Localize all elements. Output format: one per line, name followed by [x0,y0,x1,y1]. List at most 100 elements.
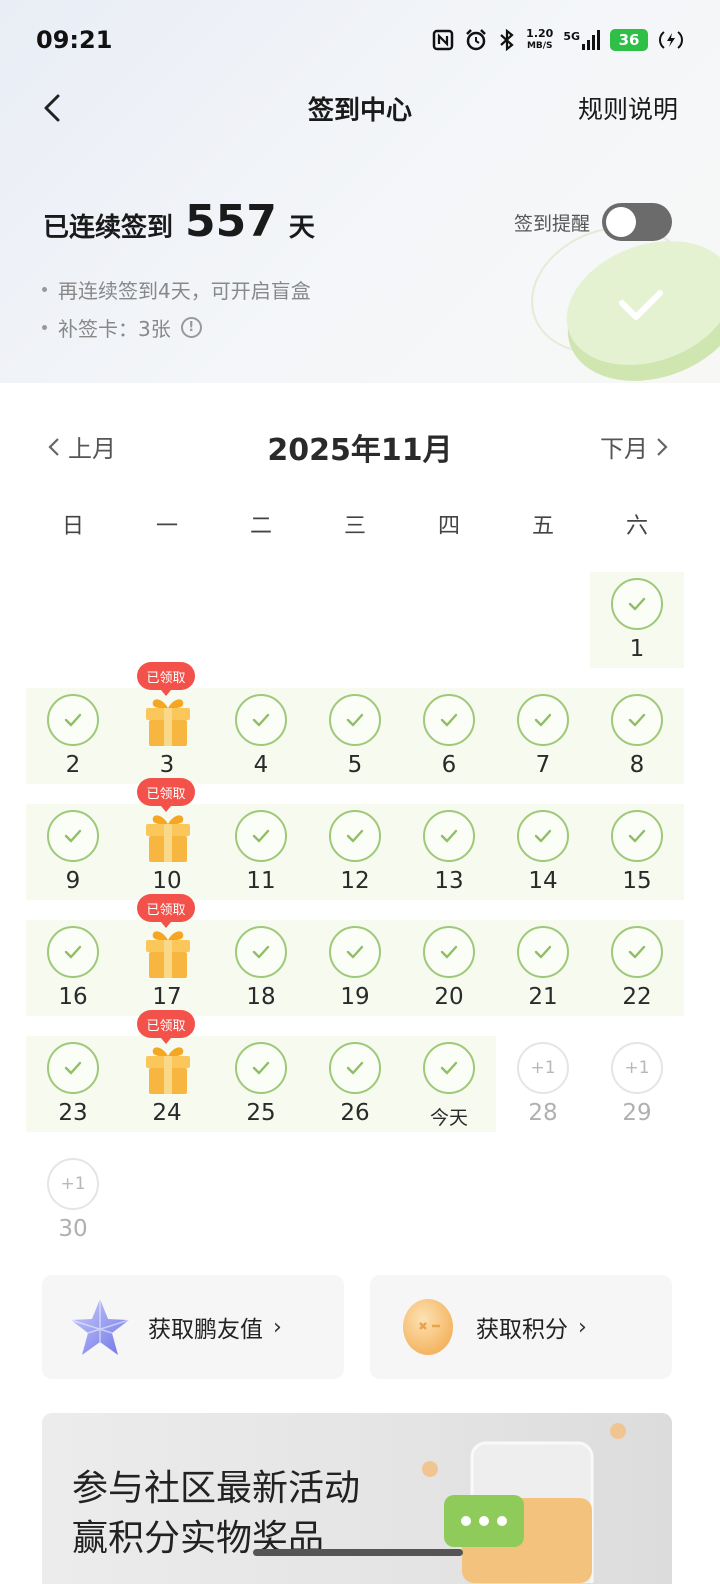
checkmark-icon [440,1061,458,1075]
weekday-label: 二 [249,514,272,539]
checkmark-icon [628,829,646,843]
calendar-day[interactable]: 2 [26,688,120,784]
calendar-day[interactable]: 26 [308,1036,402,1132]
reminder-toggle[interactable] [602,203,672,241]
reminder-label: 签到提醒 [513,212,590,235]
calendar-day[interactable]: 15 [590,804,684,900]
calendar-day[interactable]: 5 [308,688,402,784]
streak-suffix: 天 [288,213,315,243]
calendar-day[interactable]: 18 [214,920,308,1016]
reward-circle: +1 [517,1042,569,1094]
checked-circle [423,926,475,978]
network-speed: 1.20 MB/S [526,28,553,52]
calendar-day[interactable]: +1 29 [590,1036,684,1132]
calendar-day[interactable]: 20 [402,920,496,1016]
calendar-day[interactable]: 已领取 24 [120,1010,214,1132]
reward-circle: +1 [611,1042,663,1094]
checkmark-icon [252,829,270,843]
checkmark-icon [64,713,82,727]
claimed-badge: 已领取 [137,894,195,928]
calendar-day[interactable]: 4 [214,688,308,784]
calendar-day[interactable]: 14 [496,804,590,900]
status-time: 09:21 [36,26,113,54]
checkmark-icon [534,945,552,959]
checked-circle [329,1042,381,1094]
checkmark-icon [252,1061,270,1075]
calendar-day[interactable]: 今天 [402,1036,496,1132]
checked-circle [517,694,569,746]
points-label: 获取积分 [476,1317,568,1343]
gift-icon [146,931,190,978]
calendar-day[interactable]: +1 28 [496,1036,590,1132]
day-number: 15 [622,868,652,894]
tip-item: 补签卡：3张 ! [42,308,311,346]
calendar-day[interactable]: +1 30 [26,1152,120,1248]
calendar-day[interactable]: 21 [496,920,590,1016]
day-number: 今天 [429,1107,468,1129]
activity-banner[interactable]: 参与社区最新活动 赢积分实物奖品 [42,1413,672,1584]
checked-circle [423,810,475,862]
banner-title-line1: 参与社区最新活动 [72,1468,361,1509]
claimed-badge: 已领取 [137,1010,195,1044]
checkmark-icon [346,1061,364,1075]
calendar-day[interactable]: 6 [402,688,496,784]
calendar-day[interactable]: 已领取 17 [120,894,214,1016]
day-number: 7 [535,752,551,778]
navigation-bar: 签到中心 规则说明 [0,80,720,136]
calendar-day[interactable]: 12 [308,804,402,900]
next-month-label: 下月 [600,435,648,463]
checked-circle [47,1042,99,1094]
day-number: 24 [152,1100,182,1126]
checked-circle [611,578,663,630]
day-number: 14 [528,868,558,894]
gift-icon [146,699,190,746]
calendar-day[interactable]: 23 [26,1036,120,1132]
day-number: 17 [152,984,182,1010]
calendar-day[interactable]: 已领取 3 [120,662,214,784]
calendar-day[interactable]: 11 [214,804,308,900]
checkmark-icon [628,713,646,727]
checkmark-icon [64,1061,82,1075]
tip-makeup-card: 补签卡：3张 [58,316,171,341]
day-number: 29 [622,1100,652,1126]
checkmark-icon [440,945,458,959]
home-indicator[interactable] [253,1549,463,1556]
reward-circle: +1 [47,1158,99,1210]
calendar-day[interactable]: 已领取 10 [120,778,214,900]
calendar-day[interactable]: 16 [26,920,120,1016]
checkmark-icon [534,713,552,727]
checkmark-icon [346,829,364,843]
coin-icon [403,1299,453,1355]
checkmark-icon [346,945,364,959]
checkmark-icon [440,713,458,727]
friend-value-card[interactable]: 获取鹏友值 › [42,1275,344,1379]
alarm-icon [466,29,487,51]
nfc-icon [432,29,454,51]
reminder-setting: 签到提醒 [514,203,672,241]
points-card[interactable]: 获取积分 › [370,1275,672,1379]
day-number: 4 [253,752,269,778]
calendar-day[interactable]: 13 [402,804,496,900]
day-number: 16 [58,984,88,1010]
calendar-day[interactable]: 19 [308,920,402,1016]
calendar-day[interactable]: 7 [496,688,590,784]
weekday-label: 日 [61,514,84,539]
calendar-day[interactable]: 1 [590,572,684,668]
checkmark-icon [64,945,82,959]
info-icon[interactable]: ! [180,316,202,338]
calendar-day[interactable]: 22 [590,920,684,1016]
checked-circle [235,694,287,746]
calendar-day[interactable]: 9 [26,804,120,900]
checkmark-icon [64,829,82,843]
network-speed-value: 1.20 [526,27,554,40]
calendar-day[interactable]: 25 [214,1036,308,1132]
calendar-day[interactable]: 8 [590,688,684,784]
back-icon[interactable] [34,88,74,128]
next-month-button[interactable]: 下月 [600,429,670,464]
checked-circle [47,694,99,746]
checkmark-icon [440,829,458,843]
checkmark-icon [346,713,364,727]
day-number: 19 [340,984,370,1010]
rules-link[interactable]: 规则说明 [578,90,678,126]
claimed-badge: 已领取 [137,778,195,812]
